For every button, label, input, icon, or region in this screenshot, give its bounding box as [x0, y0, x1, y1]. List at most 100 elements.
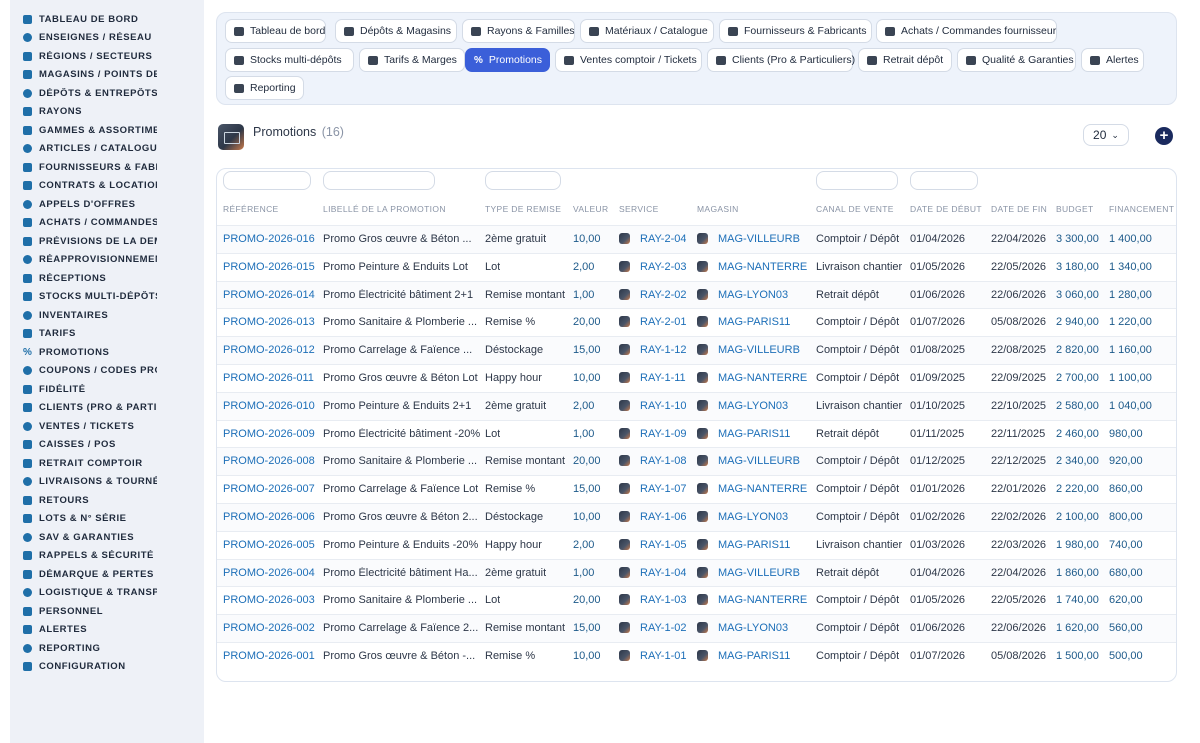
- sidebar-item[interactable]: INVENTAIRES: [10, 306, 204, 325]
- table-row[interactable]: PROMO-2026-016 Promo Gros œuvre & Béton .…: [217, 225, 1176, 253]
- tab-qualite-garanties[interactable]: Qualité & Garanties: [957, 48, 1076, 72]
- column-header-date-debut[interactable]: DATE DE DÉBUT: [910, 204, 982, 214]
- sidebar-item[interactable]: PRÉVISIONS DE LA DEMANDE: [10, 232, 204, 251]
- tab-depots-magasins[interactable]: Dépôts & Magasins: [335, 19, 457, 43]
- cell-reference[interactable]: PROMO-2026-006: [223, 511, 315, 523]
- sidebar-item[interactable]: STOCKS MULTI-DÉPÔTS: [10, 288, 204, 307]
- filter-type-input[interactable]: [485, 171, 561, 190]
- cell-magasin[interactable]: MAG-LYON03: [697, 288, 788, 301]
- sidebar-item[interactable]: LOGISTIQUE & TRANSPORT: [10, 584, 204, 603]
- sidebar-item[interactable]: DÉPÔTS & ENTREPÔTS: [10, 84, 204, 103]
- filter-reference-input[interactable]: [223, 171, 311, 190]
- sidebar-item[interactable]: RÉGIONS / SECTEURS: [10, 47, 204, 66]
- sidebar-item[interactable]: SAV & GARANTIES: [10, 528, 204, 547]
- cell-reference[interactable]: PROMO-2026-011: [223, 372, 314, 384]
- cell-service[interactable]: RAY-1-08: [619, 455, 686, 467]
- cell-magasin[interactable]: MAG-PARIS11: [697, 650, 790, 662]
- table-row[interactable]: PROMO-2026-011 Promo Gros œuvre & Béton L…: [217, 364, 1176, 392]
- cell-reference[interactable]: PROMO-2026-008: [223, 455, 315, 467]
- table-row[interactable]: PROMO-2026-004 Promo Électricité bâtiment…: [217, 558, 1176, 587]
- sidebar-item[interactable]: ACHATS / COMMANDES FOURNISSEUR: [10, 214, 204, 233]
- sidebar-item[interactable]: RETRAIT COMPTOIR: [10, 454, 204, 473]
- column-header-financement[interactable]: FINANCEMENT ...: [1109, 204, 1176, 214]
- cell-reference[interactable]: PROMO-2026-001: [223, 650, 315, 662]
- sidebar-item[interactable]: RAPPELS & SÉCURITÉ: [10, 547, 204, 566]
- cell-service[interactable]: RAY-2-04: [619, 233, 686, 245]
- cell-reference[interactable]: PROMO-2026-015: [223, 261, 315, 273]
- table-row[interactable]: PROMO-2026-005 Promo Peinture & Enduits -…: [217, 530, 1176, 559]
- cell-reference[interactable]: PROMO-2026-005: [223, 539, 315, 551]
- filter-libelle-input[interactable]: [323, 171, 435, 190]
- cell-magasin[interactable]: MAG-LYON03: [697, 511, 788, 523]
- filter-date-debut-input[interactable]: [910, 171, 978, 190]
- sidebar-item[interactable]: TARIFS: [10, 325, 204, 344]
- cell-magasin[interactable]: MAG-LYON03: [697, 622, 788, 634]
- sidebar-item[interactable]: LIVRAISONS & TOURNÉES: [10, 473, 204, 492]
- cell-magasin[interactable]: MAG-PARIS11: [697, 316, 790, 328]
- cell-reference[interactable]: PROMO-2026-010: [223, 400, 315, 412]
- column-header-type-remise[interactable]: TYPE DE REMISE: [485, 204, 561, 214]
- tab-promotions[interactable]: % Promotions: [465, 48, 550, 72]
- table-row[interactable]: PROMO-2026-009 Promo Électricité bâtiment…: [217, 419, 1176, 448]
- tab-tableau-de-bord[interactable]: Tableau de bord: [225, 19, 326, 43]
- sidebar-item[interactable]: COUPONS / CODES PROMO: [10, 362, 204, 381]
- cell-service[interactable]: RAY-1-09: [619, 427, 686, 440]
- column-header-reference[interactable]: RÉFÉRENCE: [223, 204, 279, 214]
- cell-service[interactable]: RAY-1-11: [619, 372, 686, 384]
- table-row[interactable]: PROMO-2026-003 Promo Sanitaire & Plomberi…: [217, 586, 1176, 614]
- cell-service[interactable]: RAY-2-03: [619, 260, 686, 273]
- cell-service[interactable]: RAY-1-01: [619, 650, 686, 662]
- cell-service[interactable]: RAY-1-04: [619, 566, 686, 579]
- sidebar-item[interactable]: RAYONS: [10, 103, 204, 122]
- sidebar-item[interactable]: FIDÉLITÉ: [10, 380, 204, 399]
- sidebar-item[interactable]: TABLEAU DE BORD: [10, 10, 204, 29]
- sidebar-item[interactable]: CONTRATS & LOCATION: [10, 177, 204, 196]
- cell-magasin[interactable]: MAG-VILLEURB: [697, 233, 800, 245]
- cell-service[interactable]: RAY-2-02: [619, 288, 686, 301]
- table-row[interactable]: PROMO-2026-001 Promo Gros œuvre & Béton -…: [217, 642, 1176, 670]
- sidebar-item[interactable]: ARTICLES / CATALOGUE: [10, 140, 204, 159]
- cell-magasin[interactable]: MAG-VILLEURB: [697, 566, 800, 579]
- cell-service[interactable]: RAY-1-07: [619, 483, 686, 495]
- tab-retrait-depot[interactable]: Retrait dépôt: [858, 48, 952, 72]
- column-header-date-fin[interactable]: DATE DE FIN: [991, 204, 1047, 214]
- tab-alertes[interactable]: Alertes: [1081, 48, 1144, 72]
- cell-magasin[interactable]: MAG-NANTERRE: [697, 594, 807, 606]
- sidebar-item[interactable]: PERSONNEL: [10, 602, 204, 621]
- sidebar-item[interactable]: VENTES / TICKETS: [10, 417, 204, 436]
- cell-magasin[interactable]: MAG-PARIS11: [697, 427, 790, 440]
- cell-magasin[interactable]: MAG-NANTERRE: [697, 483, 807, 495]
- sidebar-item[interactable]: DÉMARQUE & PERTES: [10, 565, 204, 584]
- cell-magasin[interactable]: MAG-VILLEURB: [697, 455, 800, 467]
- cell-service[interactable]: RAY-2-01: [619, 316, 686, 328]
- column-header-budget[interactable]: BUDGET: [1056, 204, 1094, 214]
- tab-achats-commandes-fournisseur[interactable]: Achats / Commandes fournisseur: [876, 19, 1057, 43]
- cell-magasin[interactable]: MAG-LYON03: [697, 399, 788, 412]
- sidebar-item[interactable]: FOURNISSEURS & FABRICANTS: [10, 158, 204, 177]
- cell-magasin[interactable]: MAG-PARIS11: [697, 538, 790, 551]
- column-header-valeur[interactable]: VALEUR: [573, 204, 608, 214]
- cell-service[interactable]: RAY-1-10: [619, 399, 686, 412]
- filter-canal-input[interactable]: [816, 171, 898, 190]
- column-header-magasin[interactable]: MAGASIN: [697, 204, 739, 214]
- tab-tarifs-marges[interactable]: Tarifs & Marges: [359, 48, 465, 72]
- plus-circle-icon[interactable]: +: [1155, 127, 1173, 145]
- cell-reference[interactable]: PROMO-2026-009: [223, 428, 315, 440]
- table-row[interactable]: PROMO-2026-012 Promo Carrelage & Faïence …: [217, 336, 1176, 364]
- table-row[interactable]: PROMO-2026-014 Promo Électricité bâtiment…: [217, 280, 1176, 309]
- sidebar-item[interactable]: CAISSES / POS: [10, 436, 204, 455]
- sidebar-item[interactable]: REPORTING: [10, 639, 204, 658]
- column-header-service[interactable]: SERVICE: [619, 204, 659, 214]
- cell-magasin[interactable]: MAG-VILLEURB: [697, 344, 800, 356]
- sidebar-item[interactable]: CONFIGURATION: [10, 658, 204, 677]
- cell-reference[interactable]: PROMO-2026-002: [223, 622, 315, 634]
- cell-magasin[interactable]: MAG-NANTERRE: [697, 260, 807, 273]
- sidebar-item[interactable]: ENSEIGNES / RÉSEAU: [10, 29, 204, 48]
- cell-service[interactable]: RAY-1-06: [619, 511, 686, 523]
- tab-clients-pro-particuliers[interactable]: Clients (Pro & Particuliers): [707, 48, 855, 72]
- page-size-select[interactable]: 20 ⌄: [1083, 124, 1129, 146]
- table-row[interactable]: PROMO-2026-002 Promo Carrelage & Faïence …: [217, 614, 1176, 642]
- tab-fournisseurs-fabricants[interactable]: Fournisseurs & Fabricants: [719, 19, 872, 43]
- tab-ventes-comptoir-tickets[interactable]: Ventes comptoir / Tickets: [555, 48, 702, 72]
- cell-reference[interactable]: PROMO-2026-016: [223, 233, 315, 245]
